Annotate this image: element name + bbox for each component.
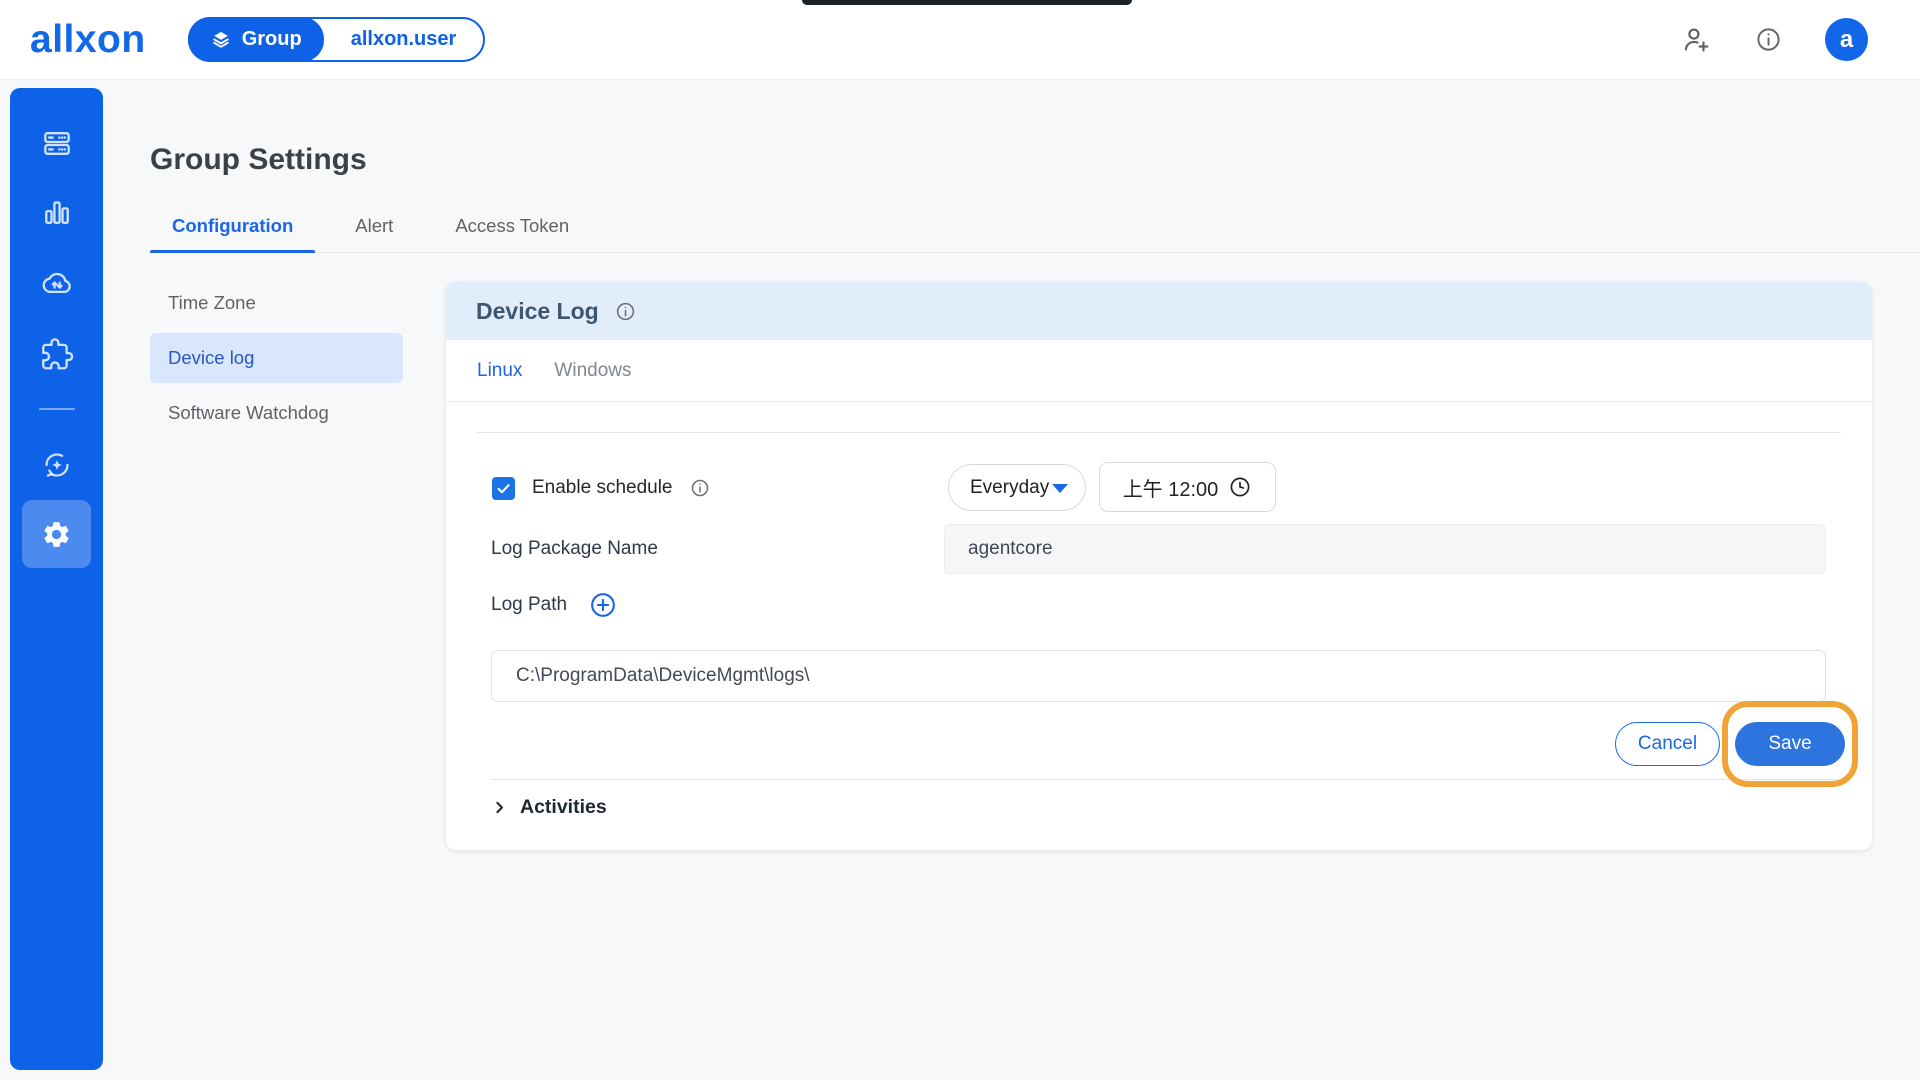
save-button[interactable]: Save	[1735, 722, 1845, 766]
group-context-switcher[interactable]: Group allxon.user	[188, 17, 486, 62]
footer-divider	[491, 779, 1842, 780]
frequency-value: Everyday	[970, 477, 1049, 499]
account-name[interactable]: allxon.user	[324, 28, 484, 51]
info-icon[interactable]	[1755, 26, 1782, 53]
device-log-info-icon[interactable]	[615, 301, 636, 322]
log-package-name-input[interactable]	[944, 524, 1826, 574]
gear-icon	[41, 519, 72, 550]
updates-icon[interactable]	[40, 448, 74, 482]
invite-user-icon[interactable]	[1681, 24, 1712, 55]
subnav-item-device-log[interactable]: Device log	[150, 333, 403, 383]
log-path-input[interactable]	[491, 650, 1826, 702]
page-title: Group Settings	[150, 143, 367, 177]
subnav-item-software-watchdog[interactable]: Software Watchdog	[150, 388, 403, 438]
tab-alert[interactable]: Alert	[333, 199, 415, 252]
screen-notch	[802, 0, 1132, 5]
frequency-dropdown[interactable]: Everyday	[948, 464, 1086, 511]
user-avatar[interactable]: a	[1825, 18, 1868, 61]
sidebar-divider	[39, 408, 75, 410]
chevron-right-icon	[491, 799, 508, 816]
card-title: Device Log	[476, 298, 599, 325]
schedule-info-icon[interactable]	[690, 478, 710, 498]
os-tab-linux[interactable]: Linux	[477, 360, 522, 382]
enable-schedule-checkbox[interactable]	[492, 477, 515, 500]
allxon-logo[interactable]: allxon	[30, 18, 146, 62]
os-tab-windows[interactable]: Windows	[554, 360, 631, 382]
plugins-icon[interactable]	[40, 338, 73, 371]
clock-icon	[1228, 475, 1252, 499]
layers-icon	[210, 29, 232, 51]
enable-schedule-label: Enable schedule	[532, 477, 673, 499]
log-path-row: Log Path	[491, 591, 617, 619]
schedule-time-value: 上午 12:00	[1123, 473, 1219, 502]
sidebar-item-settings-active[interactable]	[22, 500, 91, 568]
enable-schedule-row: Enable schedule	[492, 468, 710, 508]
main-sidebar	[10, 88, 103, 1070]
device-log-card-header: Device Log	[446, 282, 1872, 340]
activities-toggle[interactable]: Activities	[491, 792, 607, 822]
ota-cloud-icon[interactable]	[40, 266, 74, 300]
tab-configuration[interactable]: Configuration	[150, 199, 315, 252]
os-tabbar: Linux Windows	[446, 340, 1872, 402]
tab-access-token[interactable]: Access Token	[433, 199, 591, 252]
settings-tabbar: Configuration Alert Access Token	[150, 199, 1920, 253]
app-header: allxon Group allxon.user	[0, 0, 1920, 80]
log-path-label: Log Path	[491, 594, 567, 616]
dashboard-icon[interactable]	[40, 196, 73, 229]
configuration-subnav: Time Zone Device log Software Watchdog	[150, 278, 403, 443]
content-divider	[477, 432, 1841, 433]
subnav-item-time-zone[interactable]: Time Zone	[150, 278, 403, 328]
activities-label: Activities	[520, 796, 607, 819]
chevron-down-icon	[1052, 484, 1068, 493]
devices-icon[interactable]	[40, 127, 73, 160]
schedule-time-field[interactable]: 上午 12:00	[1099, 462, 1276, 512]
log-package-name-label: Log Package Name	[491, 538, 658, 560]
cancel-button[interactable]: Cancel	[1615, 722, 1720, 766]
add-log-path-icon[interactable]	[589, 591, 617, 619]
device-log-card: Device Log Linux Windows Enable schedule	[446, 282, 1872, 850]
group-scope-segment[interactable]: Group	[188, 17, 324, 62]
group-scope-label: Group	[242, 28, 302, 51]
